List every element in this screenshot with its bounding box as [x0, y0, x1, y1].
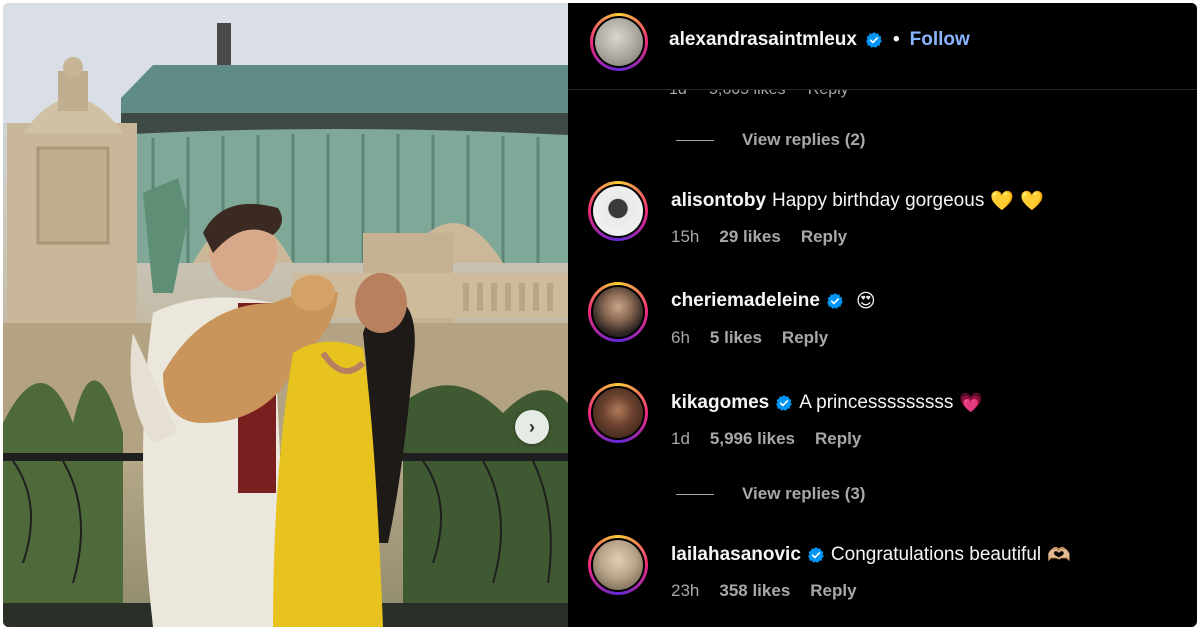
verified-badge-icon [866, 32, 882, 48]
photo-illustration [3, 3, 568, 627]
comment-item: lailahasanovic Congratulations beautiful… [568, 535, 1197, 615]
verified-badge-icon [827, 293, 843, 309]
comment-text: A princesssssssss [799, 391, 954, 413]
view-replies-label: View replies (2) [742, 130, 866, 149]
comment-likes[interactable]: 5 likes [710, 328, 762, 348]
view-replies-button[interactable]: View replies (3) [676, 484, 865, 504]
reply-button[interactable]: Reply [815, 429, 861, 449]
comment-time: 6h [671, 328, 690, 347]
commenter-avatar[interactable] [588, 181, 648, 241]
view-replies-button[interactable]: View replies (2) [676, 130, 865, 150]
post-photo[interactable]: › [3, 3, 568, 627]
author-username[interactable]: alexandrasaintmleux [669, 29, 857, 51]
comment-username[interactable]: kikagomes [671, 392, 769, 414]
comment-likes[interactable]: 5,996 likes [710, 429, 795, 449]
comment-username[interactable]: lailahasanovic [671, 544, 801, 566]
pink-heart-icon: 💗 [959, 392, 984, 414]
comment-likes[interactable]: 358 likes [719, 581, 790, 601]
commenter-avatar[interactable] [588, 282, 648, 342]
comment-time: 23h [671, 581, 700, 600]
chevron-right-icon: › [529, 416, 535, 437]
post-header: alexandrasaintmleux • Follow [568, 3, 1197, 90]
verified-badge-icon [776, 394, 793, 411]
replies-divider-line [676, 493, 714, 495]
view-replies-label: View replies (3) [742, 484, 866, 503]
yellow-heart-icon: 💛 💛 [990, 190, 1044, 212]
reply-button[interactable]: Reply [801, 227, 847, 247]
commenter-avatar[interactable] [588, 535, 648, 595]
reply-button[interactable]: Reply [782, 328, 828, 348]
comment-item: cheriemadeleine 😍 6h 5 likes Reply [568, 282, 1197, 362]
comment-time: 15h [671, 227, 700, 246]
comment-text: Happy birthday gorgeous [772, 189, 985, 211]
comment-item: alisontoby Happy birthday gorgeous 💛 💛 1… [568, 181, 1197, 261]
heart-hands-icon: 🫶🏼 [1047, 544, 1071, 566]
post-frame: › alexandrasaintmleux • Follow 1d [3, 3, 1197, 627]
comment-username[interactable]: cheriemadeleine [671, 290, 820, 312]
comment-text: Congratulations beautiful [830, 543, 1042, 565]
comments-panel[interactable]: alexandrasaintmleux • Follow 1d 5,605 li… [568, 3, 1197, 627]
commenter-avatar[interactable] [588, 383, 648, 443]
author-avatar[interactable] [590, 13, 648, 71]
replies-divider-line [676, 139, 714, 141]
heart-eyes-icon: 😍 [855, 290, 876, 312]
separator-dot: • [892, 29, 900, 50]
comment-time: 1d [671, 429, 690, 448]
carousel-next-button[interactable]: › [515, 410, 549, 444]
reply-button[interactable]: Reply [810, 581, 856, 601]
comment-likes[interactable]: 29 likes [719, 227, 780, 247]
follow-button[interactable]: Follow [910, 29, 970, 51]
comment-username[interactable]: alisontoby [671, 190, 766, 212]
comment-item: kikagomes A princesssssssss 💗 1d 5,996 l… [568, 383, 1197, 463]
verified-badge-icon [808, 546, 824, 563]
